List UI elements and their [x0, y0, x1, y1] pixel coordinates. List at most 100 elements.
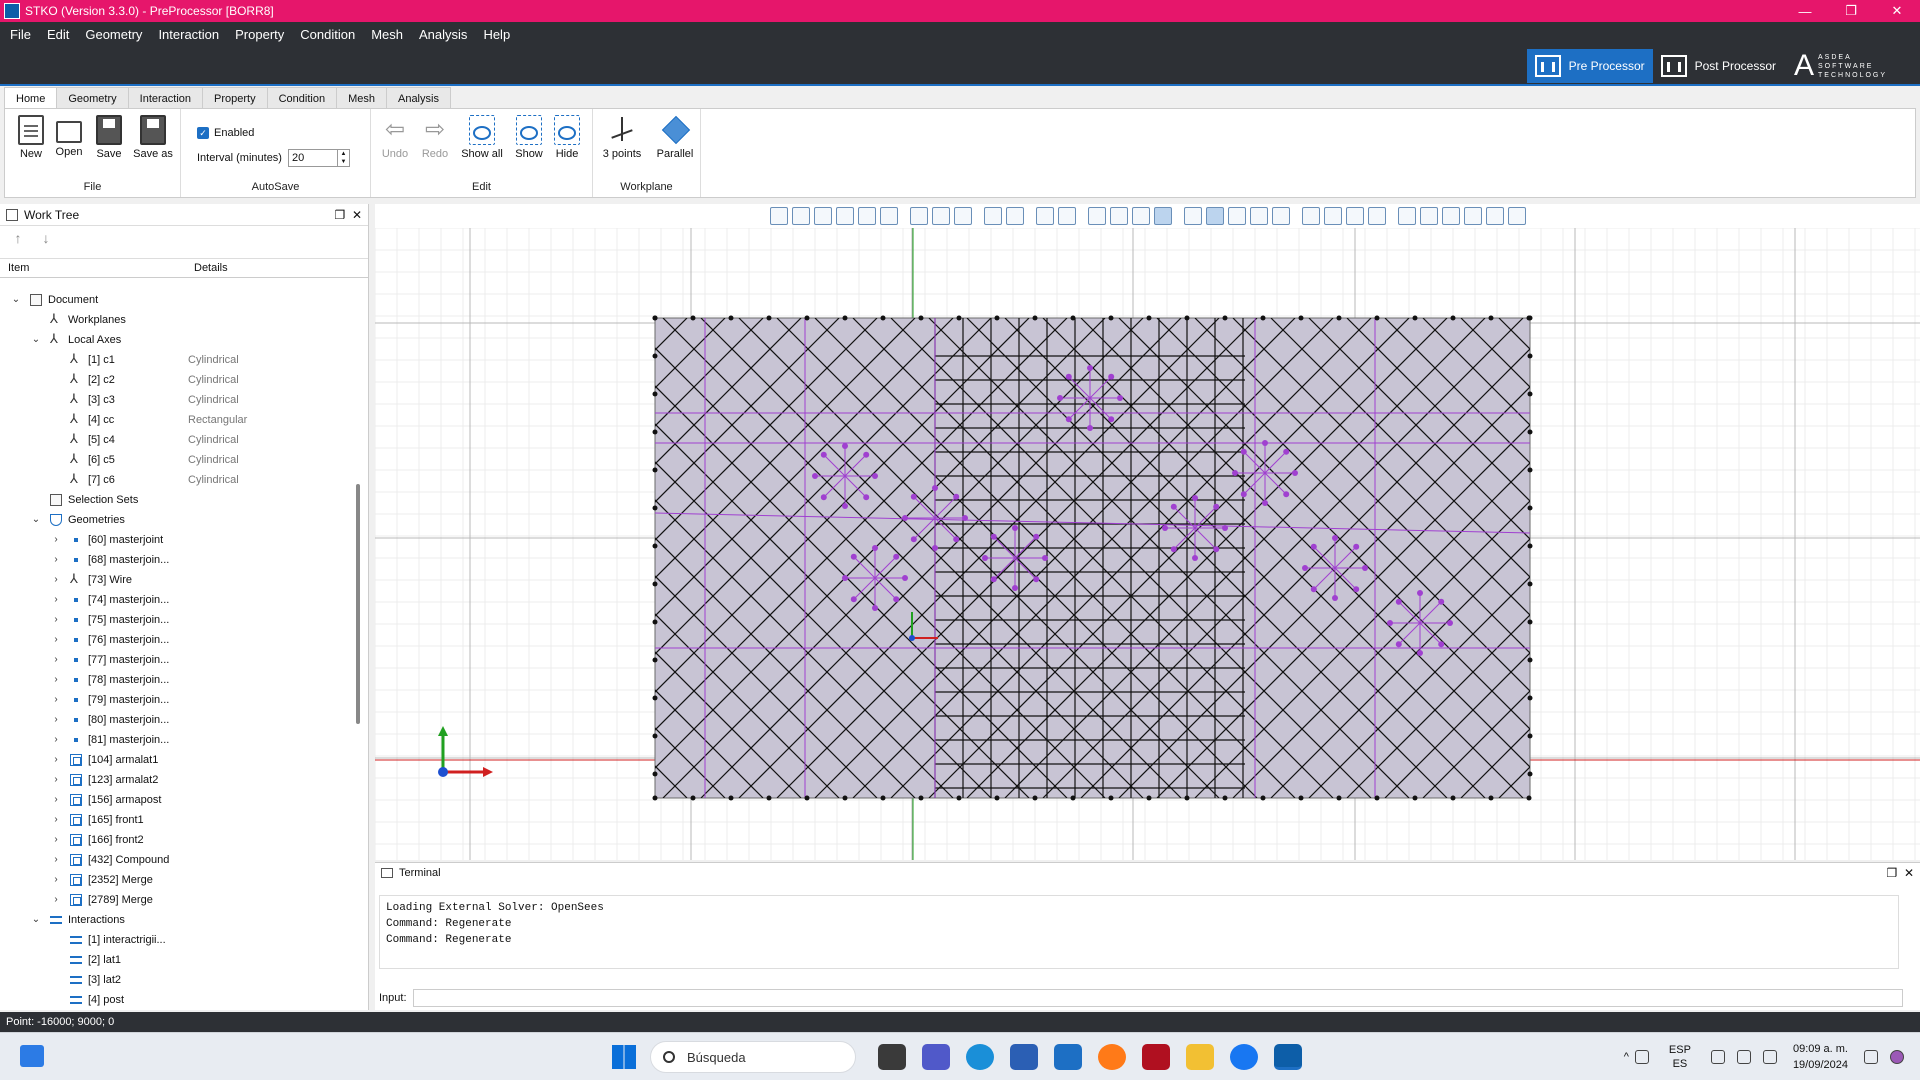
- tree-row[interactable]: ⌄ Geometries: [0, 510, 356, 530]
- chevron-right-icon[interactable]: ›: [50, 590, 62, 610]
- view-tool-button[interactable]: [1005, 207, 1024, 225]
- menu-property[interactable]: Property: [227, 27, 292, 42]
- viewport-3d[interactable]: [375, 204, 1920, 860]
- tree-row[interactable]: ⌄ Document: [0, 290, 356, 310]
- chevron-down-icon[interactable]: ⌄: [30, 910, 42, 930]
- view-tool-button[interactable]: [1035, 207, 1054, 225]
- terminal-input[interactable]: [412, 989, 1903, 1007]
- tree-row[interactable]: ⌄ Local Axes: [0, 329, 356, 350]
- tree-row[interactable]: › [81] masterjoin...: [0, 730, 356, 750]
- tree-row[interactable]: › [76] masterjoin...: [0, 630, 356, 650]
- view-tool-button[interactable]: [1271, 207, 1290, 225]
- view-tool-button[interactable]: [931, 207, 950, 225]
- view-tool-button[interactable]: [1507, 207, 1526, 225]
- post-processor-button[interactable]: Post Processor: [1653, 49, 1784, 83]
- tab-property[interactable]: Property: [202, 87, 268, 109]
- tab-interaction[interactable]: Interaction: [127, 87, 204, 109]
- battery-icon[interactable]: [1762, 1050, 1777, 1064]
- pre-processor-button[interactable]: Pre Processor: [1526, 49, 1653, 83]
- chevron-down-icon[interactable]: ⌄: [10, 290, 22, 310]
- tree-row[interactable]: › [68] masterjoin...: [0, 550, 356, 570]
- tab-geometry[interactable]: Geometry: [56, 87, 129, 109]
- view-tool-button[interactable]: [1323, 207, 1342, 225]
- view-tool-button[interactable]: [1345, 207, 1364, 225]
- tree-row[interactable]: Workplanes: [0, 309, 356, 330]
- tree-row[interactable]: [4] cc Rectangular: [0, 409, 356, 430]
- chevron-right-icon[interactable]: ›: [50, 710, 62, 730]
- close-button[interactable]: ✕: [1874, 0, 1920, 22]
- tree-row[interactable]: › [77] masterjoin...: [0, 650, 356, 670]
- menu-interaction[interactable]: Interaction: [150, 27, 227, 42]
- chevron-right-icon[interactable]: ›: [50, 530, 62, 550]
- maximize-button[interactable]: ❐: [1828, 0, 1874, 22]
- menu-edit[interactable]: Edit: [39, 27, 77, 42]
- clock[interactable]: 09:09 a. m. 19/09/2024: [1793, 1041, 1848, 1073]
- task-view-icon[interactable]: [878, 1044, 906, 1070]
- tree-row[interactable]: › [2352] Merge: [0, 870, 356, 890]
- language-indicator[interactable]: ESP ES: [1669, 1043, 1691, 1071]
- app-red-icon[interactable]: [1142, 1044, 1170, 1070]
- view-tool-button[interactable]: [909, 207, 928, 225]
- tree-scrollbar[interactable]: [356, 484, 360, 724]
- move-down-icon[interactable]: ↓: [36, 230, 56, 248]
- edge-icon[interactable]: [966, 1044, 994, 1070]
- view-tool-button[interactable]: [1397, 207, 1416, 225]
- view-tool-button[interactable]: [835, 207, 854, 225]
- open-button[interactable]: Open: [49, 115, 89, 158]
- view-tool-button[interactable]: [1441, 207, 1460, 225]
- tab-analysis[interactable]: Analysis: [385, 87, 451, 109]
- tree-row[interactable]: ⌄ Interactions: [0, 910, 356, 930]
- terminal-close-icon[interactable]: ✕: [1904, 866, 1914, 880]
- move-up-icon[interactable]: ↑: [8, 230, 28, 248]
- tree-row[interactable]: [1] c1 Cylindrical: [0, 349, 356, 370]
- show-button[interactable]: Show: [509, 115, 549, 160]
- tree-row[interactable]: [5] c4 Cylindrical: [0, 429, 356, 450]
- file-explorer-icon[interactable]: [1186, 1044, 1214, 1070]
- copilot-icon[interactable]: [1890, 1050, 1904, 1064]
- tree-row[interactable]: Selection Sets: [0, 490, 356, 510]
- chevron-right-icon[interactable]: ›: [50, 750, 62, 770]
- tree-row[interactable]: [2] c2 Cylindrical: [0, 369, 356, 390]
- column-item[interactable]: Item: [0, 262, 186, 274]
- tree-row[interactable]: › [2789] Merge: [0, 890, 356, 910]
- taskbar-search[interactable]: Búsqueda: [650, 1041, 856, 1073]
- volume-icon[interactable]: [1736, 1050, 1751, 1064]
- view-tool-button[interactable]: [1249, 207, 1268, 225]
- undo-button[interactable]: ⇦ Undo: [375, 115, 415, 160]
- tab-home[interactable]: Home: [4, 87, 58, 109]
- menu-geometry[interactable]: Geometry: [77, 27, 150, 42]
- tree-row[interactable]: [3] c3 Cylindrical: [0, 389, 356, 410]
- tab-condition[interactable]: Condition: [266, 87, 338, 109]
- chevron-right-icon[interactable]: ›: [50, 650, 62, 670]
- tree-row[interactable]: [6] c5 Cylindrical: [0, 449, 356, 470]
- menu-condition[interactable]: Condition: [292, 27, 363, 42]
- tree-row[interactable]: › [104] armalat1: [0, 750, 356, 770]
- new-button[interactable]: New: [11, 115, 51, 160]
- menu-mesh[interactable]: Mesh: [363, 27, 411, 42]
- view-tool-button[interactable]: [953, 207, 972, 225]
- view-tool-button[interactable]: [1153, 207, 1172, 225]
- tree-row[interactable]: › [74] masterjoin...: [0, 590, 356, 610]
- tree-row[interactable]: › [165] front1: [0, 810, 356, 830]
- tree-row[interactable]: › [166] front2: [0, 830, 356, 850]
- column-details[interactable]: Details: [186, 262, 228, 274]
- tree-row[interactable]: › [60] masterjoint: [0, 530, 356, 550]
- menu-file[interactable]: File: [2, 27, 39, 42]
- tree-row[interactable]: › [75] masterjoin...: [0, 610, 356, 630]
- chevron-right-icon[interactable]: ›: [50, 790, 62, 810]
- view-tool-button[interactable]: [983, 207, 1002, 225]
- store-icon[interactable]: [1010, 1044, 1038, 1070]
- model-canvas[interactable]: [375, 228, 1920, 860]
- view-tool-button[interactable]: [1087, 207, 1106, 225]
- chevron-right-icon[interactable]: ›: [50, 630, 62, 650]
- view-tool-button[interactable]: [813, 207, 832, 225]
- view-tool-button[interactable]: [1463, 207, 1482, 225]
- chevron-right-icon[interactable]: ›: [50, 610, 62, 630]
- chevron-down-icon[interactable]: ⌄: [30, 330, 42, 350]
- chevron-right-icon[interactable]: ›: [50, 870, 62, 890]
- hide-button[interactable]: Hide: [547, 115, 587, 160]
- show-all-button[interactable]: Show all: [459, 115, 505, 160]
- three-points-button[interactable]: 3 points: [599, 115, 645, 160]
- float-icon[interactable]: ❐: [335, 208, 346, 222]
- tree-row[interactable]: › [156] armapost: [0, 790, 356, 810]
